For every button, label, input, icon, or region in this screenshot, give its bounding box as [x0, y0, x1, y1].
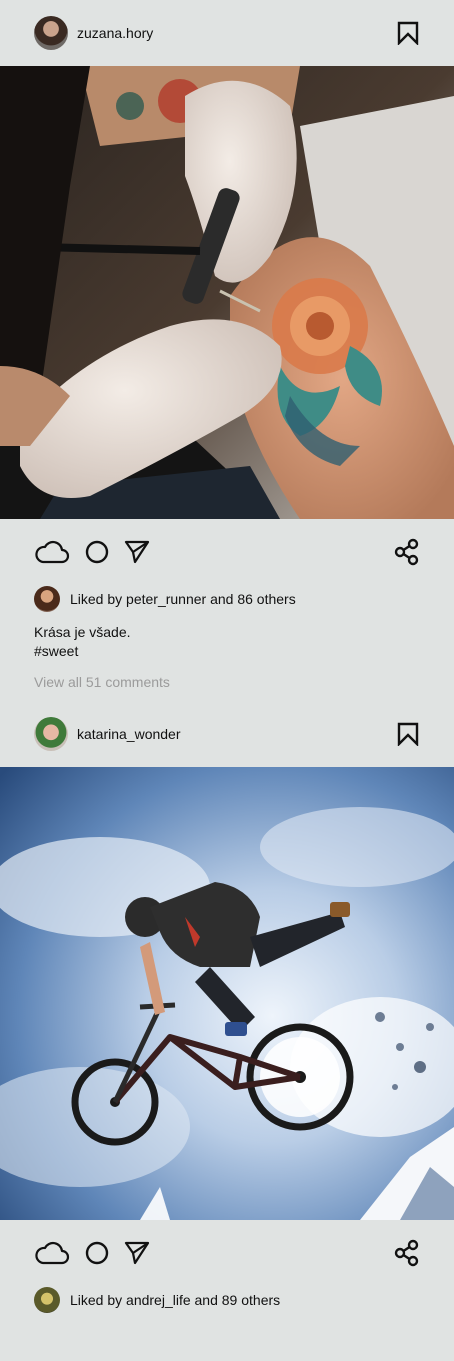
circle-comment-icon[interactable]: [82, 1239, 114, 1267]
post: zuzana.hory Liked by peter_runner and 86…: [0, 0, 454, 698]
view-comments-link[interactable]: View all 51 comments: [34, 674, 454, 698]
share-icon[interactable]: [394, 538, 420, 566]
post-photo[interactable]: [0, 767, 454, 1220]
post-actions: [0, 519, 454, 585]
likes-row: Liked by andrej_life and 89 others: [0, 1286, 454, 1314]
send-icon[interactable]: [121, 1239, 153, 1267]
feed: zuzana.hory Liked by peter_runner and 86…: [0, 0, 454, 1314]
bookmark-icon[interactable]: [397, 722, 419, 746]
bmx-jump-photo: [0, 767, 454, 1220]
likes-text[interactable]: Liked by andrej_life and 89 others: [70, 1292, 280, 1308]
caption: Krása je všade. #sweet: [34, 623, 454, 661]
circle-comment-icon[interactable]: [82, 538, 114, 566]
post-photo[interactable]: [0, 66, 454, 519]
likes-row: Liked by peter_runner and 86 others: [0, 585, 454, 613]
username[interactable]: zuzana.hory: [77, 25, 153, 41]
post-actions: [0, 1220, 454, 1286]
likes-text[interactable]: Liked by peter_runner and 86 others: [70, 591, 296, 607]
share-icon[interactable]: [394, 1239, 420, 1267]
cloud-like-icon[interactable]: [34, 1239, 70, 1267]
liker-avatar[interactable]: [34, 586, 60, 612]
caption-text: Krása je všade.: [34, 624, 131, 640]
cloud-like-icon[interactable]: [34, 538, 70, 566]
caption-hashtag[interactable]: #sweet: [34, 642, 454, 661]
post-header: katarina_wonder: [0, 701, 454, 767]
post: katarina_wonder Liked by andrej_life and…: [0, 701, 454, 1314]
post-header: zuzana.hory: [0, 0, 454, 66]
send-icon[interactable]: [121, 538, 153, 566]
liker-avatar[interactable]: [34, 1287, 60, 1313]
avatar[interactable]: [34, 16, 68, 50]
avatar[interactable]: [34, 717, 68, 751]
bookmark-icon[interactable]: [397, 21, 419, 45]
tattoo-artist-photo: [0, 66, 454, 519]
username[interactable]: katarina_wonder: [77, 726, 181, 742]
